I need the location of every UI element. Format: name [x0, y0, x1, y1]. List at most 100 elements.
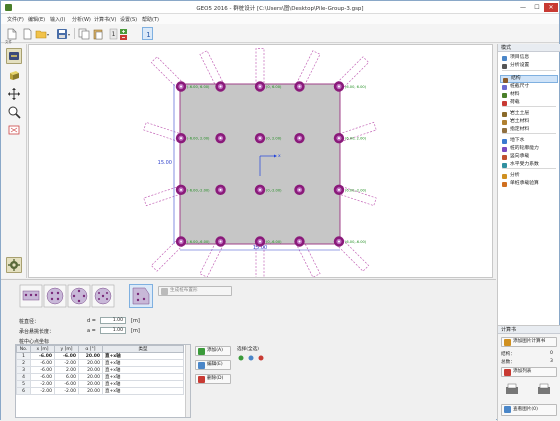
- mode-item-1[interactable]: 分析设置: [500, 62, 558, 70]
- table-cell[interactable]: 2.00: [54, 366, 79, 374]
- mode-item-4[interactable]: 材料: [500, 91, 558, 99]
- mode-item-icon: [502, 100, 507, 106]
- table-cell[interactable]: 直+x轴: [102, 387, 184, 395]
- mode-item-label: 桩截尺寸: [510, 84, 530, 89]
- overhang-input[interactable]: 1.00: [100, 327, 126, 334]
- table-cell[interactable]: 直+x轴: [102, 366, 184, 374]
- calc-row-total-value: 3: [550, 359, 553, 364]
- table-row[interactable]: 4 -6.00 6.00 20.00 直+x轴: [16, 373, 184, 381]
- menu-analysis[interactable]: 分析(W): [72, 16, 91, 23]
- table-cell[interactable]: -2.00: [54, 387, 79, 395]
- mode-item-10[interactable]: 桩的轮廓能力: [500, 145, 558, 153]
- 3d-view-button[interactable]: [6, 67, 22, 83]
- mode-item-2[interactable]: 结构: [500, 75, 558, 83]
- mode-item-9[interactable]: 地下水: [500, 137, 558, 145]
- settings-button[interactable]: [6, 257, 22, 273]
- table-row[interactable]: 6 -2.00 -2.00 20.00 直+x轴: [16, 387, 184, 395]
- table-scrollbar[interactable]: [185, 345, 190, 417]
- file-icon: [7, 28, 17, 40]
- menu-settings[interactable]: 设置(S): [120, 16, 137, 23]
- table-cell[interactable]: 20.00: [78, 373, 103, 381]
- table-cell[interactable]: 直+x轴: [102, 352, 184, 360]
- mode-item-0[interactable]: 项目信息: [500, 54, 558, 62]
- mode-item-11[interactable]: 竖向承载: [500, 153, 558, 161]
- maximize-button[interactable]: ☐: [530, 3, 544, 12]
- add-report-button[interactable]: 添加图片计算书: [501, 337, 557, 347]
- menu-help[interactable]: 帮助(T): [142, 16, 159, 23]
- select-icons[interactable]: [237, 354, 271, 362]
- mode-item-icon: [502, 154, 507, 160]
- table-cell[interactable]: -2.00: [54, 359, 79, 367]
- zoom-icon: [8, 106, 21, 119]
- table-cell[interactable]: -6.00: [30, 366, 55, 374]
- table-cell[interactable]: 直+x轴: [102, 359, 184, 367]
- table-cell[interactable]: -6.00: [30, 359, 55, 367]
- table-row[interactable]: 2 -6.00 -2.00 20.00 直+x轴: [16, 359, 184, 367]
- pile-center: [219, 188, 222, 191]
- diameter-input[interactable]: 1.00: [100, 317, 126, 324]
- open-button[interactable]: [34, 27, 50, 40]
- menu-input[interactable]: 输入(I): [50, 16, 65, 23]
- delete-pile-button[interactable]: 删除(D): [195, 374, 231, 384]
- menu-file[interactable]: 文件(F): [7, 16, 24, 23]
- new-button[interactable]: [20, 27, 32, 40]
- table-cell[interactable]: -2.00: [30, 387, 55, 395]
- table-cell[interactable]: 20.00: [78, 352, 103, 360]
- layout-general-button[interactable]: [129, 284, 153, 308]
- mode-item-7[interactable]: 岩土材料: [500, 118, 558, 126]
- stage-tab-1[interactable]: 1: [142, 27, 153, 40]
- table-cell[interactable]: 20.00: [78, 380, 103, 388]
- table-cell[interactable]: -6.00: [30, 352, 55, 360]
- mode-item-3[interactable]: 桩截尺寸: [500, 83, 558, 91]
- table-cell[interactable]: -6.00: [54, 380, 79, 388]
- table-cell[interactable]: 直+x轴: [102, 380, 184, 388]
- table-cell[interactable]: 20.00: [78, 359, 103, 367]
- add-pile-button[interactable]: 添加(A): [195, 346, 231, 356]
- table-cell[interactable]: -6.00: [30, 373, 55, 381]
- table-cell[interactable]: -6.00: [54, 352, 79, 360]
- menu-edit[interactable]: 编辑(E): [28, 16, 45, 23]
- table-cell[interactable]: 20.00: [78, 387, 103, 395]
- row-index: 4: [16, 373, 31, 381]
- mode-item-6[interactable]: 岩土土层: [500, 110, 558, 118]
- list-icon: [504, 369, 511, 376]
- table-row[interactable]: 1 -6.00 -6.00 20.00 直+x轴: [16, 352, 184, 360]
- mode-item-14[interactable]: 单桩承载验算: [500, 180, 558, 188]
- save-button[interactable]: [55, 27, 71, 40]
- mode-item-icon: [503, 77, 508, 83]
- mode-item-label: 岩土材料: [510, 119, 530, 124]
- add-list-button[interactable]: 添加列表: [501, 367, 557, 377]
- paste-button[interactable]: [91, 27, 103, 40]
- close-button[interactable]: ✕: [544, 3, 558, 12]
- mode-item-13[interactable]: 分析: [500, 172, 558, 180]
- edit-pile-button[interactable]: 编辑(E): [195, 360, 231, 370]
- row-index: 1: [16, 352, 31, 360]
- table-row[interactable]: 3 -6.00 2.00 20.00 直+x轴: [16, 366, 184, 374]
- print-icons: [502, 382, 556, 398]
- layout-circle-icon: [43, 284, 67, 308]
- stage-controls[interactable]: [118, 27, 128, 40]
- view-pictures-button[interactable]: 查看图片(0): [501, 404, 557, 416]
- mode-item-icon: [502, 92, 507, 98]
- menu-report[interactable]: 计算书(V): [94, 16, 116, 23]
- generate-layout-button[interactable]: 生成桩布置形: [158, 286, 232, 296]
- pan-button[interactable]: [6, 86, 22, 102]
- pile-coordinate-label: (0,-6.00): [266, 240, 282, 244]
- table-cell[interactable]: 直+x轴: [102, 373, 184, 381]
- col-y: y [m]: [54, 345, 79, 353]
- zoom-button[interactable]: [6, 104, 22, 120]
- row-index: 2: [16, 359, 31, 367]
- mode-item-label: 结构: [511, 76, 521, 81]
- drawing-canvas[interactable]: 15.00 15.00 x (-6.00, 6.00) (0, 6.00) (6.00, …: [28, 44, 493, 280]
- fit-all-button[interactable]: [6, 122, 22, 138]
- layout-circle-dense-icon: [91, 284, 115, 308]
- table-cell[interactable]: 20.00: [78, 366, 103, 374]
- table-cell[interactable]: 6.00: [54, 373, 79, 381]
- view-stage-button[interactable]: [6, 48, 22, 64]
- new-file-button[interactable]: 文件: [5, 27, 17, 44]
- copy-button[interactable]: [77, 27, 90, 40]
- table-row[interactable]: 5 -2.00 -6.00 20.00 直+x轴: [16, 380, 184, 388]
- svg-text:1: 1: [146, 31, 150, 39]
- table-cell[interactable]: -2.00: [30, 380, 55, 388]
- minimize-button[interactable]: —: [516, 3, 530, 12]
